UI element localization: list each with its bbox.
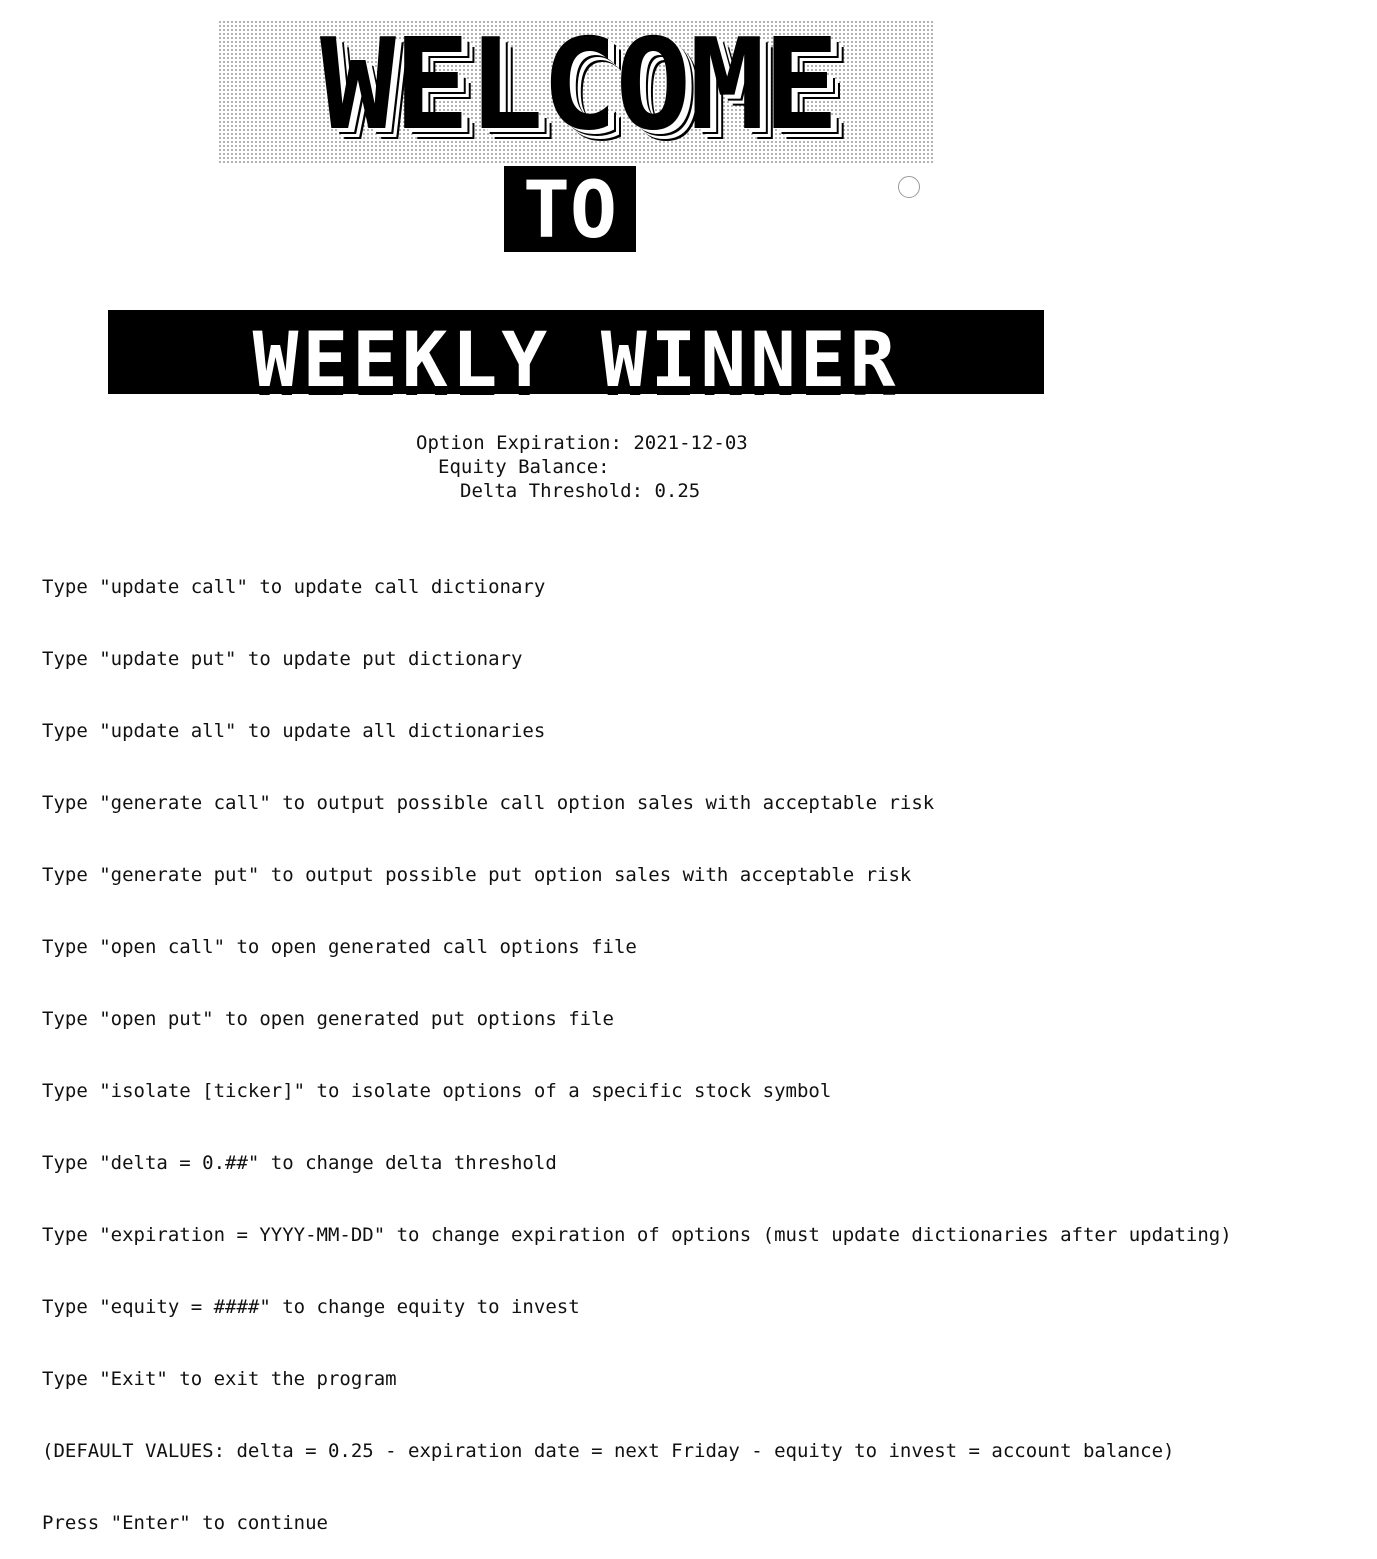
command-line: Type "Exit" to exit the program [42,1368,397,1390]
option-expiration-line: Option Expiration: 2021-12-03 [416,431,748,455]
delta-threshold-label: Delta Threshold: [460,480,644,502]
command-line: Type "equity = ####" to change equity to… [42,1296,580,1318]
welcome-banner: WELCOME [319,11,839,158]
to-banner: TO [523,166,617,256]
delta-threshold-line: Delta Threshold: 0.25 [460,479,700,503]
command-line: Type "update all" to update all dictiona… [42,720,546,742]
command-line: Type "open put" to open generated put op… [42,1008,614,1030]
option-expiration-label: Option Expiration: [416,432,622,454]
option-expiration-value: 2021-12-03 [633,432,748,454]
default-values-line: (DEFAULT VALUES: delta = 0.25 - expirati… [42,1440,1175,1462]
title-banner: WEEKLY WINNER [252,315,900,404]
press-enter-prompt[interactable]: Press "Enter" to continue [42,1511,1232,1535]
circle-cursor-icon [898,176,920,198]
command-line: Type "generate call" to output possible … [42,792,935,814]
command-line: Type "isolate [ticker]" to isolate optio… [42,1080,832,1102]
command-list: Type "update call" to update call dictio… [42,527,1232,1559]
command-line: Type "update put" to update put dictiona… [42,648,523,670]
command-line: Type "delta = 0.##" to change delta thre… [42,1152,557,1174]
command-line: Type "update call" to update call dictio… [42,576,546,598]
equity-balance-line: Equity Balance: [438,455,621,479]
equity-balance-label: Equity Balance: [438,456,610,478]
command-line: Type "generate put" to output possible p… [42,864,912,886]
command-line: Type "open call" to open generated call … [42,936,637,958]
delta-threshold-value: 0.25 [654,480,701,502]
command-line: Type "expiration = YYYY-MM-DD" to change… [42,1224,1232,1246]
